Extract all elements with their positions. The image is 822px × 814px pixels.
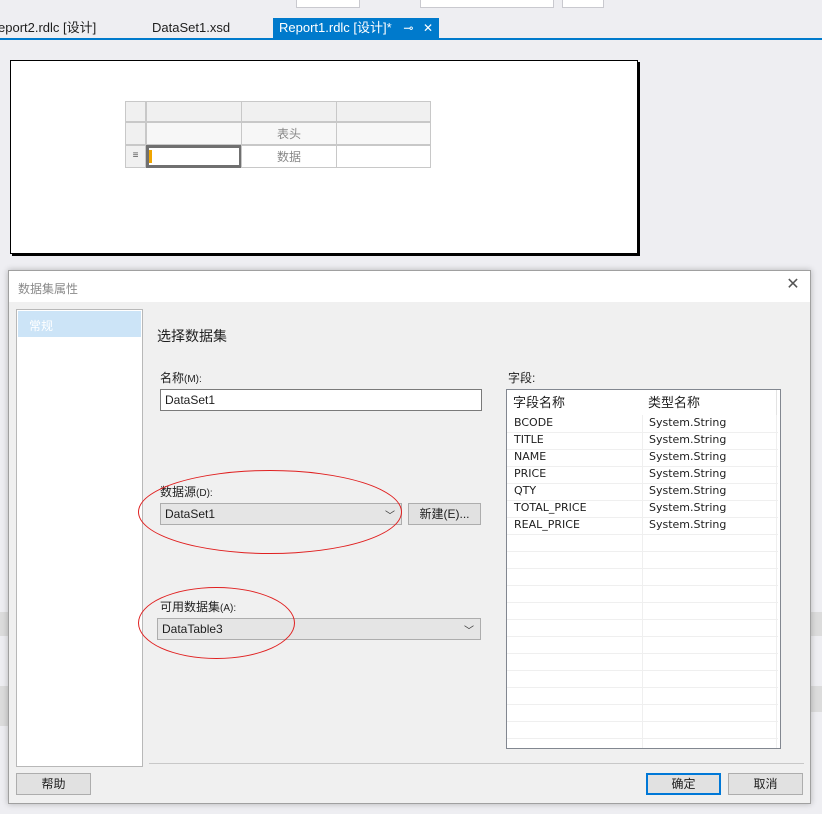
tab-report1[interactable]: Report1.rdlc [设计]* ⊸ ✕	[273, 18, 440, 38]
column-header-type-name[interactable]: 类型名称	[642, 390, 777, 415]
column-handle[interactable]	[146, 101, 242, 122]
empty-row	[507, 670, 778, 688]
data-cell[interactable]: 数据	[241, 145, 337, 168]
field-row[interactable]: PRICE System.String	[507, 466, 778, 484]
details-group-icon: ≡	[132, 150, 139, 161]
empty-row	[507, 585, 778, 603]
data-cell[interactable]	[336, 145, 431, 168]
footer-separator	[149, 763, 804, 764]
field-type-cell: System.String	[649, 501, 727, 514]
field-type-cell: System.String	[649, 484, 727, 497]
config-dropdown[interactable]	[296, 0, 360, 8]
field-type-cell: System.String	[649, 467, 727, 480]
header-cell-text: 表头	[276, 127, 301, 141]
field-row[interactable]: REAL_PRICE System.String	[507, 517, 778, 535]
dataset-properties-dialog: 数据集属性 ✕ 常规 选择数据集 名称(M): DataSet1 数据源(D):…	[8, 270, 811, 804]
field-name-cell: NAME	[514, 450, 547, 463]
document-tabbar: eport2.rdlc [设计] DataSet1.xsd Report1.rd…	[0, 16, 822, 40]
nav-item-general[interactable]: 常规	[18, 311, 141, 337]
header-cell[interactable]	[336, 122, 431, 145]
field-type-cell: System.String	[649, 433, 727, 446]
ide-panel-edge	[0, 686, 8, 726]
field-name-cell: PRICE	[514, 467, 547, 480]
empty-row	[507, 602, 778, 620]
extra-dropdown[interactable]	[562, 0, 604, 8]
empty-row	[507, 738, 778, 748]
cursor-marker	[149, 150, 152, 163]
field-name-cell: BCODE	[514, 416, 554, 429]
tab-label: Report1.rdlc [设计]*	[279, 20, 392, 35]
tab-dataset1-xsd[interactable]: DataSet1.xsd	[152, 18, 230, 38]
available-datasets-label: 可用数据集(A):	[160, 600, 237, 614]
empty-row	[507, 619, 778, 637]
empty-row	[507, 687, 778, 705]
field-type-cell: System.String	[649, 416, 727, 429]
tablix-corner-handle[interactable]	[125, 101, 146, 122]
platform-dropdown[interactable]	[420, 0, 554, 8]
column-handle[interactable]	[336, 101, 431, 122]
field-name-cell: QTY	[514, 484, 537, 497]
empty-row	[507, 534, 778, 552]
field-type-cell: System.String	[649, 450, 727, 463]
close-tab-icon[interactable]: ✕	[423, 18, 433, 38]
fields-label: 字段:	[508, 371, 536, 385]
chevron-down-icon: ﹀	[464, 626, 474, 637]
available-dataset-value: DataTable3	[162, 622, 223, 636]
ok-button[interactable]: 确定	[646, 773, 721, 795]
details-row-handle[interactable]: ≡	[125, 145, 146, 168]
tab-label: DataSet1.xsd	[152, 20, 231, 35]
nav-panel: 常规	[16, 309, 143, 767]
field-name-cell: REAL_PRICE	[514, 518, 580, 531]
header-cell[interactable]	[146, 122, 242, 145]
tab-label: eport2.rdlc [设计]	[0, 20, 97, 35]
empty-row	[507, 721, 778, 739]
datasource-dropdown[interactable]: DataSet1 ﹀	[160, 503, 402, 525]
ide-panel-edge	[0, 612, 8, 636]
report-body[interactable]: 表头 ≡ 数据	[10, 60, 638, 254]
cancel-button[interactable]: 取消	[728, 773, 803, 795]
selected-data-cell[interactable]	[146, 145, 242, 168]
datasource-label: 数据源(D):	[160, 485, 213, 499]
fields-grid[interactable]: 字段名称 类型名称 BCODE System.String TITLE System.…	[506, 389, 781, 749]
field-row[interactable]: BCODE System.String	[507, 415, 778, 433]
field-row[interactable]: NAME System.String	[507, 449, 778, 467]
header-cell[interactable]: 表头	[241, 122, 337, 145]
empty-row	[507, 636, 778, 654]
empty-row	[507, 704, 778, 722]
field-row[interactable]: QTY System.String	[507, 483, 778, 501]
dialog-titlebar: 数据集属性 ✕	[9, 271, 810, 302]
tab-report2[interactable]: eport2.rdlc [设计]	[0, 18, 96, 38]
field-row[interactable]: TITLE System.String	[507, 432, 778, 450]
field-row[interactable]: TOTAL_PRICE System.String	[507, 500, 778, 518]
datasource-value: DataSet1	[165, 507, 216, 521]
help-button[interactable]: 帮助	[16, 773, 91, 795]
available-datasets-dropdown[interactable]: DataTable3 ﹀	[157, 618, 481, 640]
section-title: 选择数据集	[157, 328, 227, 344]
field-type-cell: System.String	[649, 518, 727, 531]
pin-icon[interactable]: ⊸	[403, 18, 413, 38]
empty-row	[507, 568, 778, 586]
name-input[interactable]: DataSet1	[160, 389, 482, 411]
new-datasource-button[interactable]: 新建(E)...	[408, 503, 481, 525]
row-handle[interactable]	[125, 122, 146, 145]
field-name-cell: TITLE	[514, 433, 544, 446]
empty-row	[507, 653, 778, 671]
field-name-cell: TOTAL_PRICE	[514, 501, 587, 514]
column-handle[interactable]	[241, 101, 337, 122]
nav-item-label: 常规	[29, 319, 54, 333]
dialog-title: 数据集属性	[18, 282, 79, 296]
chevron-down-icon: ﹀	[385, 511, 395, 522]
name-label: 名称(M):	[160, 371, 202, 385]
data-cell-text: 数据	[276, 150, 301, 164]
column-header-field-name[interactable]: 字段名称	[507, 390, 643, 415]
empty-row	[507, 551, 778, 569]
toolbar	[0, 0, 822, 16]
close-icon[interactable]: ✕	[784, 276, 802, 294]
